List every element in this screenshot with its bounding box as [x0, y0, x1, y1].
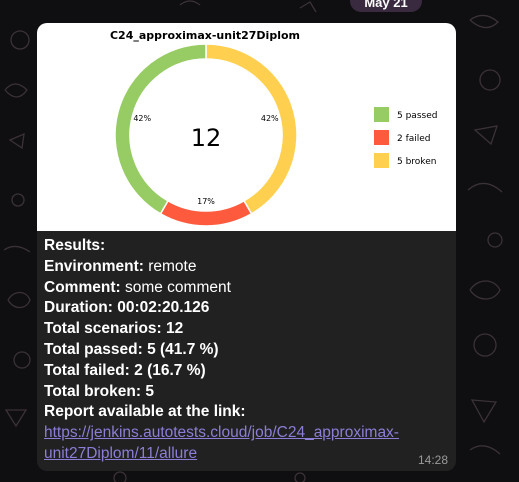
report-label: Report available at the link:: [44, 403, 246, 421]
report-link[interactable]: https://jenkins.autotests.cloud/job/C24_…: [44, 423, 424, 465]
duration-line: Duration: 00:02:20.126: [44, 298, 449, 319]
pct-label-passed: 42%: [133, 114, 151, 123]
total-passed-label: Total passed:: [44, 340, 143, 358]
date-label: May 21: [364, 0, 408, 10]
total-failed-label: Total failed:: [44, 361, 130, 379]
pct-label-failed: 17%: [197, 197, 215, 206]
donut-chart: C24_approximax-unit27Diplom 12 42% 17% 42%…: [110, 29, 437, 227]
results-text: Results: Environment: remote Comment: so…: [44, 236, 449, 465]
results-heading: Results:: [44, 237, 106, 254]
legend-label-passed: 5 passed: [397, 111, 437, 121]
legend-swatch-passed: [374, 107, 389, 122]
date-separator: May 21: [350, 0, 422, 12]
total-scenarios-value: 12: [166, 320, 184, 338]
total-scenarios-label: Total scenarios:: [44, 320, 162, 338]
pct-label-broken: 42%: [261, 114, 279, 123]
environment-line: Environment: remote: [44, 257, 449, 278]
chart-title: C24_approximax-unit27Diplom: [110, 29, 300, 42]
legend-swatch-failed: [374, 130, 389, 145]
environment-value: remote: [148, 257, 197, 275]
message-timestamp: 14:28: [417, 453, 448, 467]
report-link-line1: https://jenkins.autotests.cloud/job/C24_…: [44, 424, 399, 442]
legend-swatch-broken: [374, 153, 389, 168]
duration-value: 00:02:20.126: [117, 299, 210, 317]
total-failed-value: 2 (16.7 %): [134, 361, 206, 379]
report-link-line2: unit27Diplom/11/allure: [44, 444, 198, 462]
duration-label: Duration:: [44, 299, 113, 317]
report-chart-image[interactable]: C24_approximax-unit27Diplom 12 42% 17% 42%…: [37, 23, 456, 231]
message-bubble[interactable]: C24_approximax-unit27Diplom 12 42% 17% 42%…: [37, 23, 456, 471]
total-broken-label: Total broken:: [44, 382, 142, 400]
comment-label: Comment:: [44, 278, 121, 296]
legend-label-failed: 2 failed: [397, 134, 431, 144]
total-scenarios-line: Total scenarios: 12: [44, 319, 449, 340]
comment-line: Comment: some comment: [44, 278, 449, 299]
total-broken-value: 5: [145, 382, 154, 400]
total-failed-line: Total failed: 2 (16.7 %): [44, 361, 449, 382]
comment-value: some comment: [124, 278, 231, 296]
legend-label-broken: 5 broken: [397, 157, 436, 167]
total-broken-line: Total broken: 5: [44, 382, 449, 403]
chart-center-label: 12: [191, 124, 222, 152]
total-passed-line: Total passed: 5 (41.7 %): [44, 340, 449, 361]
total-passed-value: 5 (41.7 %): [147, 340, 219, 358]
environment-label: Environment:: [44, 257, 144, 275]
